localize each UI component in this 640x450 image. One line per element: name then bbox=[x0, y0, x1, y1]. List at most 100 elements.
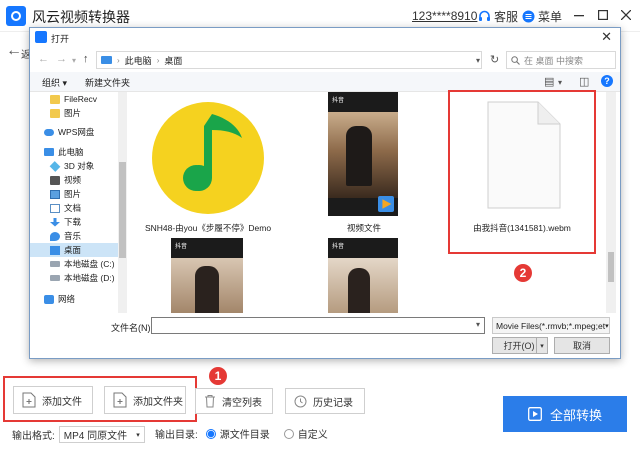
video-thumbnail-partial-2[interactable]: 抖音 bbox=[328, 238, 398, 313]
nav-item-filerecv[interactable]: FileRecv bbox=[30, 92, 120, 106]
navigation-scroll-thumb[interactable] bbox=[119, 162, 126, 258]
help-icon[interactable]: ? bbox=[601, 75, 613, 87]
content-scrollbar[interactable] bbox=[606, 92, 616, 313]
view-dropdown-icon[interactable]: ▾ bbox=[558, 78, 562, 87]
customer-service-button[interactable]: 客服 bbox=[478, 8, 518, 25]
step-badge-1: 1 bbox=[209, 367, 227, 385]
chevron-down-icon: ▾ bbox=[605, 322, 609, 330]
clear-list-label: 清空列表 bbox=[222, 397, 262, 409]
radio-source-dir[interactable] bbox=[205, 428, 216, 439]
play-icon bbox=[528, 407, 542, 421]
cancel-button[interactable]: 取消 bbox=[554, 337, 610, 354]
add-folder-button[interactable]: 添加文件夹 bbox=[104, 386, 186, 414]
nav-item-3d-objects[interactable]: 3D 对象 bbox=[30, 159, 120, 173]
breadcrumb-separator-icon: › bbox=[156, 55, 160, 65]
output-format-value: MP4 同原文件 bbox=[63, 431, 128, 442]
3d-objects-icon bbox=[49, 160, 61, 172]
nav-item-desktop[interactable]: 桌面 bbox=[30, 243, 120, 257]
nav-item-pictures-pinned[interactable]: 图片 bbox=[30, 106, 120, 120]
radio-custom-dir[interactable] bbox=[283, 428, 294, 439]
menu-icon bbox=[522, 10, 535, 23]
file-name-dropdown-icon[interactable]: ▾ bbox=[476, 320, 480, 329]
nav-item-drive-d[interactable]: 本地磁盘 (D:) bbox=[30, 271, 120, 285]
trash-icon bbox=[205, 395, 215, 408]
nav-item-pictures[interactable]: 图片 bbox=[30, 187, 120, 201]
output-format-label: 输出格式: bbox=[12, 431, 55, 442]
file-label: 视频文件 bbox=[346, 223, 381, 233]
search-input[interactable]: 在 桌面 中搜索 bbox=[506, 51, 616, 69]
nav-item-this-pc[interactable]: 此电脑 bbox=[30, 145, 120, 159]
file-label: SNH48-由you《步履不停》Demo bbox=[144, 223, 272, 233]
clear-list-button[interactable]: 清空列表 bbox=[195, 388, 273, 414]
video-thumbnail-partial-1[interactable]: 抖音 bbox=[171, 238, 243, 313]
breadcrumb-desktop[interactable]: 桌面 bbox=[164, 54, 182, 67]
convert-all-button[interactable]: 全部转换 bbox=[503, 396, 627, 432]
thumb-tag: 抖音 bbox=[332, 244, 345, 250]
dialog-title: 打开 bbox=[51, 34, 70, 44]
nav-item-label: FileRecv bbox=[64, 94, 98, 104]
convert-all-label: 全部转换 bbox=[549, 407, 602, 423]
output-format-select[interactable]: MP4 同原文件 ▾ bbox=[58, 426, 145, 443]
organize-menu[interactable]: 组织 ▾ bbox=[42, 76, 67, 89]
music-icon bbox=[50, 231, 60, 241]
account-link[interactable]: 123****8910 bbox=[412, 9, 477, 23]
add-file-button[interactable]: 添加文件 bbox=[13, 386, 93, 414]
back-arrow-icon[interactable]: ← bbox=[6, 42, 22, 60]
history-button[interactable]: 历史记录 bbox=[285, 388, 365, 414]
output-dir-label: 输出目录: bbox=[155, 430, 198, 441]
nav-item-documents[interactable]: 文档 bbox=[30, 201, 120, 215]
clock-icon bbox=[294, 395, 307, 407]
add-folder-label: 添加文件夹 bbox=[133, 396, 183, 408]
file-name-input[interactable] bbox=[151, 317, 485, 334]
nav-item-label: WPS网盘 bbox=[58, 127, 95, 137]
nav-item-network[interactable]: 网络 bbox=[30, 292, 120, 306]
preview-pane-icon[interactable]: ◫ bbox=[579, 75, 589, 88]
dialog-nav-row: ← → ▾ ↑ › 此电脑 › 桌面 ▾ ↻ 在 桌面 中搜索 bbox=[30, 48, 620, 72]
address-dropdown-icon[interactable]: ▾ bbox=[476, 56, 480, 65]
search-icon bbox=[511, 55, 520, 65]
computer-icon bbox=[44, 148, 54, 156]
nav-item-videos[interactable]: 视频 bbox=[30, 173, 120, 187]
output-dir-row: 输出目录: 源文件目录 自定义 bbox=[155, 426, 328, 441]
refresh-icon[interactable]: ↻ bbox=[490, 53, 499, 66]
thumb-tag: 抖音 bbox=[332, 98, 345, 104]
file-type-select[interactable]: Movie Files(*.rmvb;*.mpeg;et ▾ bbox=[492, 317, 610, 334]
maximize-icon bbox=[598, 10, 608, 20]
file-item-snh48[interactable]: SNH48-由you《步履不停》Demo bbox=[138, 92, 278, 238]
nav-item-drive-c[interactable]: 本地磁盘 (C:) bbox=[30, 257, 120, 271]
dialog-titlebar: 打开 ✕ bbox=[30, 28, 620, 46]
nav-forward-icon[interactable]: → bbox=[56, 53, 67, 65]
navigation-scrollbar[interactable] bbox=[118, 92, 127, 313]
up-folder-icon[interactable]: ↑ bbox=[83, 53, 89, 65]
menu-button[interactable]: 菜单 bbox=[522, 8, 562, 25]
thumb-tag: 抖音 bbox=[175, 244, 188, 250]
radio-source-dir-label[interactable]: 源文件目录 bbox=[220, 426, 270, 441]
output-format-row: 输出格式: MP4 同原文件 ▾ bbox=[12, 426, 145, 443]
file-item-video[interactable]: 抖音 视频文件 bbox=[294, 92, 434, 238]
new-folder-button[interactable]: 新建文件夹 bbox=[85, 76, 130, 89]
breadcrumb-this-pc[interactable]: 此电脑 bbox=[125, 54, 152, 67]
nav-item-wps-drive[interactable]: WPS网盘 bbox=[30, 125, 120, 139]
nav-item-label: 桌面 bbox=[64, 245, 82, 255]
open-options-dropdown-icon[interactable]: ▾ bbox=[536, 337, 548, 354]
nav-item-downloads[interactable]: 下载 bbox=[30, 215, 120, 229]
open-file-dialog: 打开 ✕ ← → ▾ ↑ › 此电脑 › 桌面 ▾ ↻ 在 桌面 中搜索 组织 … bbox=[29, 27, 621, 359]
video-thumbnail: 抖音 bbox=[328, 92, 398, 216]
dialog-close-icon[interactable]: ✕ bbox=[601, 29, 612, 45]
radio-custom-dir-label[interactable]: 自定义 bbox=[298, 426, 328, 441]
close-button[interactable] bbox=[617, 6, 635, 24]
desktop-icon bbox=[50, 245, 60, 255]
recent-locations-icon[interactable]: ▾ bbox=[72, 56, 76, 65]
address-bar[interactable]: › 此电脑 › 桌面 bbox=[96, 51, 482, 69]
nav-back-icon[interactable]: ← bbox=[38, 53, 49, 65]
network-icon bbox=[44, 294, 54, 304]
person-figure-image bbox=[195, 266, 219, 313]
step-badge-2: 2 bbox=[514, 264, 532, 282]
nav-item-music[interactable]: 音乐 bbox=[30, 229, 120, 243]
maximize-button[interactable] bbox=[594, 6, 612, 24]
nav-item-label: 视频 bbox=[64, 175, 82, 185]
minimize-button[interactable] bbox=[570, 6, 588, 24]
breadcrumb-separator-icon: › bbox=[117, 55, 120, 65]
view-options-icon[interactable]: ▤ bbox=[544, 75, 554, 88]
content-scroll-thumb[interactable] bbox=[608, 252, 614, 282]
